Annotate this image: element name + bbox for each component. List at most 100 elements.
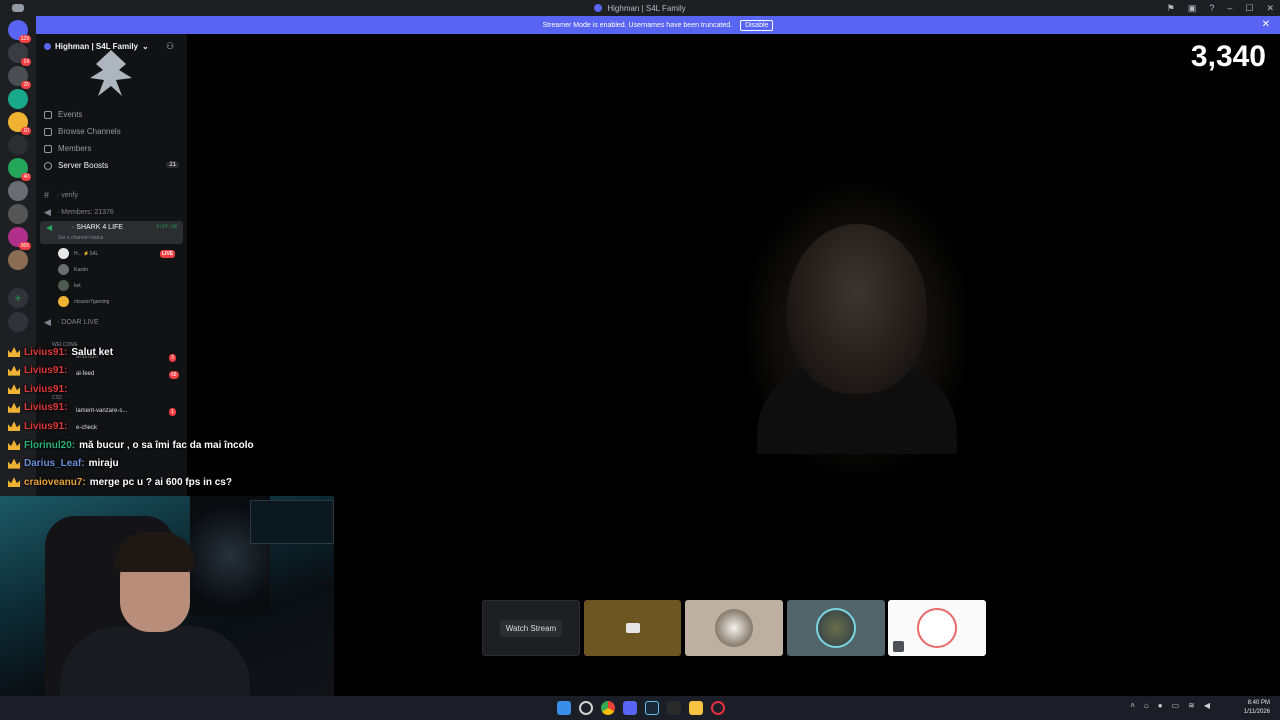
channel-label: al-feed <box>76 371 95 377</box>
app-root: Highman | S4L Family ⚑ ▣ ? – ☐ ✕ Streame… <box>0 0 1280 720</box>
crown-badge-icon <box>8 477 20 488</box>
server-icon <box>44 43 51 50</box>
server-icon-home[interactable]: 129 <box>8 20 31 43</box>
avatar <box>816 608 856 648</box>
watch-stream-tile[interactable]: Watch Stream <box>482 600 580 656</box>
chat-username: Livius91: <box>24 420 68 432</box>
crown-badge-icon <box>8 365 20 376</box>
viewer-count: 3,340 <box>1190 40 1266 73</box>
hash-icon: # <box>44 190 50 200</box>
search-icon[interactable] <box>579 701 593 715</box>
chat-message: Livius91: Salut ket <box>8 343 113 361</box>
close-banner-icon[interactable]: ✕ <box>1262 19 1270 30</box>
nav-members-label: Members <box>58 144 92 153</box>
server-icon-server-1[interactable]: 14 <box>8 43 31 66</box>
nav-browse-channels[interactable]: Browse Channels <box>44 127 121 136</box>
chat-message: Livius91: <box>8 417 71 435</box>
server-icon-server-10[interactable] <box>8 250 28 270</box>
channel-doar-live[interactable]: ◀ · DOAR LIVE <box>44 317 99 328</box>
server-icon-server-5[interactable] <box>8 135 28 155</box>
server-icon-server-9[interactable]: 365 <box>8 227 31 250</box>
wifi-icon[interactable]: ≋ <box>1188 701 1195 710</box>
steam-icon[interactable] <box>645 701 659 715</box>
window-title: Highman | S4L Family <box>607 3 686 13</box>
chat-username: Livius91: <box>24 402 68 414</box>
channel-members-label: · Members: 21376 <box>57 209 114 216</box>
server-icon-server-8[interactable] <box>8 204 28 224</box>
server-icon-server-7[interactable] <box>8 181 28 201</box>
discord-icon[interactable] <box>623 701 637 715</box>
nav-members[interactable]: Members <box>44 144 91 153</box>
chat-username: Darius_Leaf: <box>24 458 85 470</box>
inbox-icon[interactable]: ⚑ <box>1167 3 1175 14</box>
server-icon-server-2[interactable]: 26 <box>8 66 31 89</box>
mention-badge: 14 <box>21 58 31 66</box>
voice-user[interactable]: Kasim <box>58 264 88 275</box>
discover-icon[interactable] <box>8 312 28 332</box>
chrome-icon[interactable] <box>601 701 615 715</box>
watch-stream-button[interactable]: Watch Stream <box>499 619 563 637</box>
voice-user[interactable]: ket <box>58 280 81 291</box>
maximize-button[interactable]: ☐ <box>1245 3 1253 14</box>
add-server-icon[interactable]: + <box>8 288 28 308</box>
server-icon-server-3[interactable] <box>8 89 28 109</box>
help-icon[interactable]: ? <box>1209 3 1214 13</box>
mention-badge: 40 <box>21 173 31 181</box>
file-explorer-icon[interactable] <box>689 701 703 715</box>
mention-badge: 129 <box>18 35 31 43</box>
volume-icon[interactable]: ◀ <box>1204 701 1210 710</box>
channel-vanzare[interactable]: lament-vanzare-s... <box>76 408 127 414</box>
display-icon[interactable]: ▭ <box>1172 701 1180 710</box>
chevron-up-icon[interactable]: ˄ <box>1130 701 1135 710</box>
crown-badge-icon <box>8 384 20 395</box>
mention-badge: 365 <box>18 242 31 250</box>
speaker-icon: ◀ <box>44 207 51 217</box>
mic-icon[interactable]: ● <box>1158 701 1163 710</box>
mention-badge: 10 <box>21 127 31 135</box>
channel-members-count[interactable]: ◀ · Members: 21376 <box>44 207 114 218</box>
taskbar-clock[interactable]: 8:40 PM 1/11/2026 <box>1244 699 1270 717</box>
nav-server-boosts[interactable]: Server Boosts <box>44 161 108 170</box>
screen-share-icon[interactable]: ▣ <box>1188 3 1197 14</box>
members-icon <box>44 144 52 153</box>
streamer-mode-banner: Streamer Mode is enabled. Usernames have… <box>36 16 1280 34</box>
voice-user[interactable]: nicusor7gaming <box>58 296 109 307</box>
server-icon-server-4[interactable]: 10 <box>8 112 31 135</box>
disable-streamer-mode-button[interactable]: Disable <box>740 19 774 31</box>
channel-verify[interactable]: # · verify <box>44 190 78 200</box>
chat-username: craioveanu7: <box>24 476 86 488</box>
invite-people-icon[interactable]: ⚇ <box>166 41 174 52</box>
video-subject-face <box>787 224 927 394</box>
windows-start-icon[interactable] <box>557 701 571 715</box>
participant-tile[interactable] <box>685 600 783 656</box>
webcam-monitor <box>250 500 334 544</box>
avatar <box>58 248 69 259</box>
channel-feed[interactable]: al-feed <box>76 371 94 377</box>
server-logo-icon <box>594 4 603 12</box>
channel-check[interactable]: e-check <box>76 425 97 431</box>
chat-username: Livius91: <box>24 365 68 377</box>
participant-tile[interactable] <box>584 600 681 656</box>
epic-games-icon[interactable] <box>667 701 681 715</box>
server-icon-server-6[interactable]: 40 <box>8 158 31 181</box>
voice-user[interactable]: H... ⚡S4L <box>58 248 98 259</box>
stream-video[interactable] <box>187 34 1280 696</box>
avatar <box>917 608 957 648</box>
network-icon[interactable]: ⌂ <box>1144 701 1149 710</box>
webcam-hair <box>115 532 195 572</box>
participant-tile[interactable] <box>888 600 986 656</box>
server-banner-logo <box>90 50 132 96</box>
participant-tile[interactable] <box>787 600 885 656</box>
crown-badge-icon <box>8 440 20 450</box>
close-button[interactable]: ✕ <box>1266 3 1274 14</box>
nav-events[interactable]: Events <box>44 110 82 119</box>
chat-text: Salut ket <box>71 346 114 358</box>
mention-badge: 26 <box>21 81 31 89</box>
server-boosts-count: 21 <box>166 162 179 168</box>
voice-user-name: H... ⚡S4L <box>74 250 99 257</box>
voice-channel-status[interactable]: Set a channel status <box>58 235 103 241</box>
opera-icon[interactable] <box>711 701 725 715</box>
speaker-icon: ◀ <box>44 317 51 327</box>
minimize-button[interactable]: – <box>1227 3 1232 13</box>
calendar-icon <box>44 110 52 119</box>
